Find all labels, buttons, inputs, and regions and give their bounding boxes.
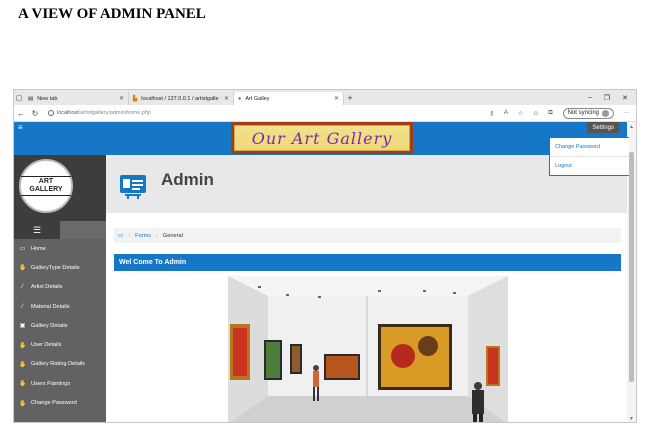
restore-icon[interactable]: ❐ <box>604 94 610 102</box>
main-content: Admin ▭ › Forms › General Wel Come To Ad… <box>106 155 629 422</box>
more-icon[interactable]: ··· <box>624 110 630 116</box>
sidebar-item-change-password[interactable]: ✋ Change Password <box>14 393 106 412</box>
settings-dropdown: Change Password Logout <box>549 137 629 176</box>
scrollbar-thumb[interactable] <box>629 152 634 382</box>
sidebar-item-label: GalleryType Details <box>31 264 80 271</box>
settings-button[interactable]: Settings <box>587 122 619 133</box>
scroll-down-icon[interactable]: ▼ <box>629 416 634 422</box>
content-panel: ▭ › Forms › General Wel Come To Admin <box>106 213 629 422</box>
desktop-icon: ▭ <box>118 232 124 239</box>
hand-icon: ✋ <box>19 342 27 349</box>
favorites-list-icon[interactable]: ✩ <box>533 110 538 117</box>
hand-icon: ✋ <box>19 400 27 407</box>
top-navbar: ≡ Our Art Gallery Settings <box>14 122 629 155</box>
logo-text: Our Art Gallery <box>234 125 410 151</box>
sidebar-item-user[interactable]: ✋ User Details <box>14 335 106 354</box>
welcome-banner: Wel Come To Admin <box>114 254 621 271</box>
info-icon[interactable] <box>48 110 54 116</box>
sidebar-item-paintings[interactable]: ✋ Users Paintings <box>14 374 106 393</box>
brush-icon: ⁄ <box>21 284 23 291</box>
phpmyadmin-icon: ▙ <box>133 95 138 102</box>
sync-label: Not syncing <box>567 110 599 116</box>
close-icon[interactable]: ✕ <box>224 95 229 102</box>
sidebar-menu: ▭ Home ✋ GalleryType Details ⁄ Artist Detai… <box>14 239 106 422</box>
sidebar-item-gallerytype[interactable]: ✋ GalleryType Details <box>14 258 106 277</box>
page-title: Admin <box>161 170 214 189</box>
tab-art-gallery[interactable]: ● Art Galley ✕ <box>234 92 344 105</box>
sidebar-item-home[interactable]: ▭ Home <box>14 239 106 258</box>
sidebar-item-material[interactable]: ⁄ Material Details <box>14 297 106 316</box>
collections-icon[interactable]: ⧉ <box>548 110 552 117</box>
brush-icon: ⁄ <box>21 303 23 310</box>
minimize-icon[interactable]: – <box>588 94 592 102</box>
tab-label: localhost / 127.0.0.1 / artistgalle <box>141 95 219 102</box>
sidebar-item-label: Home <box>31 245 46 252</box>
read-aloud-icon[interactable]: A <box>504 110 508 116</box>
url-host: localhost <box>57 110 79 116</box>
close-icon[interactable]: ✕ <box>119 95 124 102</box>
document-heading: A VIEW OF ADMIN PANEL <box>18 6 206 22</box>
favorite-icon[interactable]: ☆ <box>518 110 523 117</box>
menu-icon[interactable]: ≡ <box>18 123 23 132</box>
profile-avatar-icon <box>602 109 609 117</box>
sync-button[interactable]: Not syncing <box>562 107 614 119</box>
close-window-icon[interactable]: ✕ <box>622 94 628 102</box>
monitor-icon: ▭ <box>19 246 26 253</box>
page-icon: ▤ <box>28 95 34 102</box>
sidebar-item-label: Change Password <box>31 400 77 407</box>
breadcrumb-current: General <box>162 232 183 239</box>
key-icon[interactable]: ⚷ <box>490 110 494 117</box>
gallery-photo <box>228 276 508 422</box>
logout-link[interactable]: Logout <box>550 156 629 174</box>
change-password-link[interactable]: Change Password <box>550 138 629 156</box>
admin-card-icon <box>120 175 146 199</box>
breadcrumb-separator: › <box>156 232 158 239</box>
url-path: /artistgallery/admin/home.php <box>78 110 151 116</box>
hand-icon: ✋ <box>19 381 27 388</box>
sidebar-item-label: Material Details <box>31 303 70 310</box>
breadcrumb-forms-link[interactable]: Forms <box>135 233 151 239</box>
profile-area: ART GALLERY <box>14 155 106 221</box>
browser-window: ▢ ▤ New tab ✕ ▙ localhost / 127.0.0.1 / … <box>13 89 637 423</box>
sidebar-item-label: Artist Details <box>31 284 63 291</box>
browser-toolbar: ⚷ A ☆ ✩ ⧉ Not syncing ··· <box>490 107 637 119</box>
window-controls: – ❐ ✕ <box>588 94 636 102</box>
avatar-logo-text: ART GALLERY <box>21 176 71 196</box>
tab-actions-icon[interactable]: ▢ <box>14 94 24 102</box>
scroll-up-icon[interactable]: ▲ <box>629 124 634 130</box>
site-logo[interactable]: Our Art Gallery <box>231 122 413 154</box>
page-viewport: ≡ Our Art Gallery Settings Change Passwo… <box>14 122 629 422</box>
tab-label: Art Galley <box>245 95 270 102</box>
sidebar: ART GALLERY ☰ ▭ Home ✋ GalleryType Details… <box>14 155 106 422</box>
new-tab-icon[interactable]: + <box>344 93 356 103</box>
breadcrumb: ▭ › Forms › General <box>114 228 621 243</box>
back-icon[interactable]: ← <box>14 109 28 118</box>
sidebar-item-label: Gallery Details <box>31 322 68 329</box>
breadcrumb-separator: › <box>128 232 131 239</box>
close-icon[interactable]: ✕ <box>334 95 339 102</box>
sidebar-item-label: User Details <box>31 342 62 349</box>
sidebar-item-gallery[interactable]: ▣ Gallery Details <box>14 316 106 335</box>
sidebar-item-rating[interactable]: ✋ Gallery Rating Details <box>14 355 106 374</box>
gallery-icon: ▣ <box>19 323 26 330</box>
refresh-icon[interactable]: ↻ <box>28 109 42 118</box>
tab-new-tab[interactable]: ▤ New tab ✕ <box>24 92 129 105</box>
avatar: ART GALLERY <box>19 159 73 213</box>
sidebar-item-label: Users Paintings <box>31 380 71 387</box>
tab-phpmyadmin[interactable]: ▙ localhost / 127.0.0.1 / artistgalle ✕ <box>129 92 234 105</box>
sidebar-toggle-icon[interactable]: ☰ <box>14 221 60 239</box>
url-field[interactable]: localhost/artistgallery/admin/home.php <box>57 110 490 116</box>
tab-label: New tab <box>37 95 58 102</box>
sidebar-item-artist[interactable]: ⁄ Artist Details <box>14 278 106 297</box>
hand-icon: ✋ <box>19 265 27 272</box>
globe-icon: ● <box>238 95 242 102</box>
tab-strip: ▢ ▤ New tab ✕ ▙ localhost / 127.0.0.1 / … <box>14 90 636 105</box>
sidebar-toggle-bar <box>60 221 106 239</box>
sidebar-item-label: Gallery Rating Details <box>31 361 86 368</box>
hand-icon: ✋ <box>19 361 27 368</box>
address-bar: ← ↻ localhost/artistgallery/admin/home.p… <box>14 105 636 122</box>
